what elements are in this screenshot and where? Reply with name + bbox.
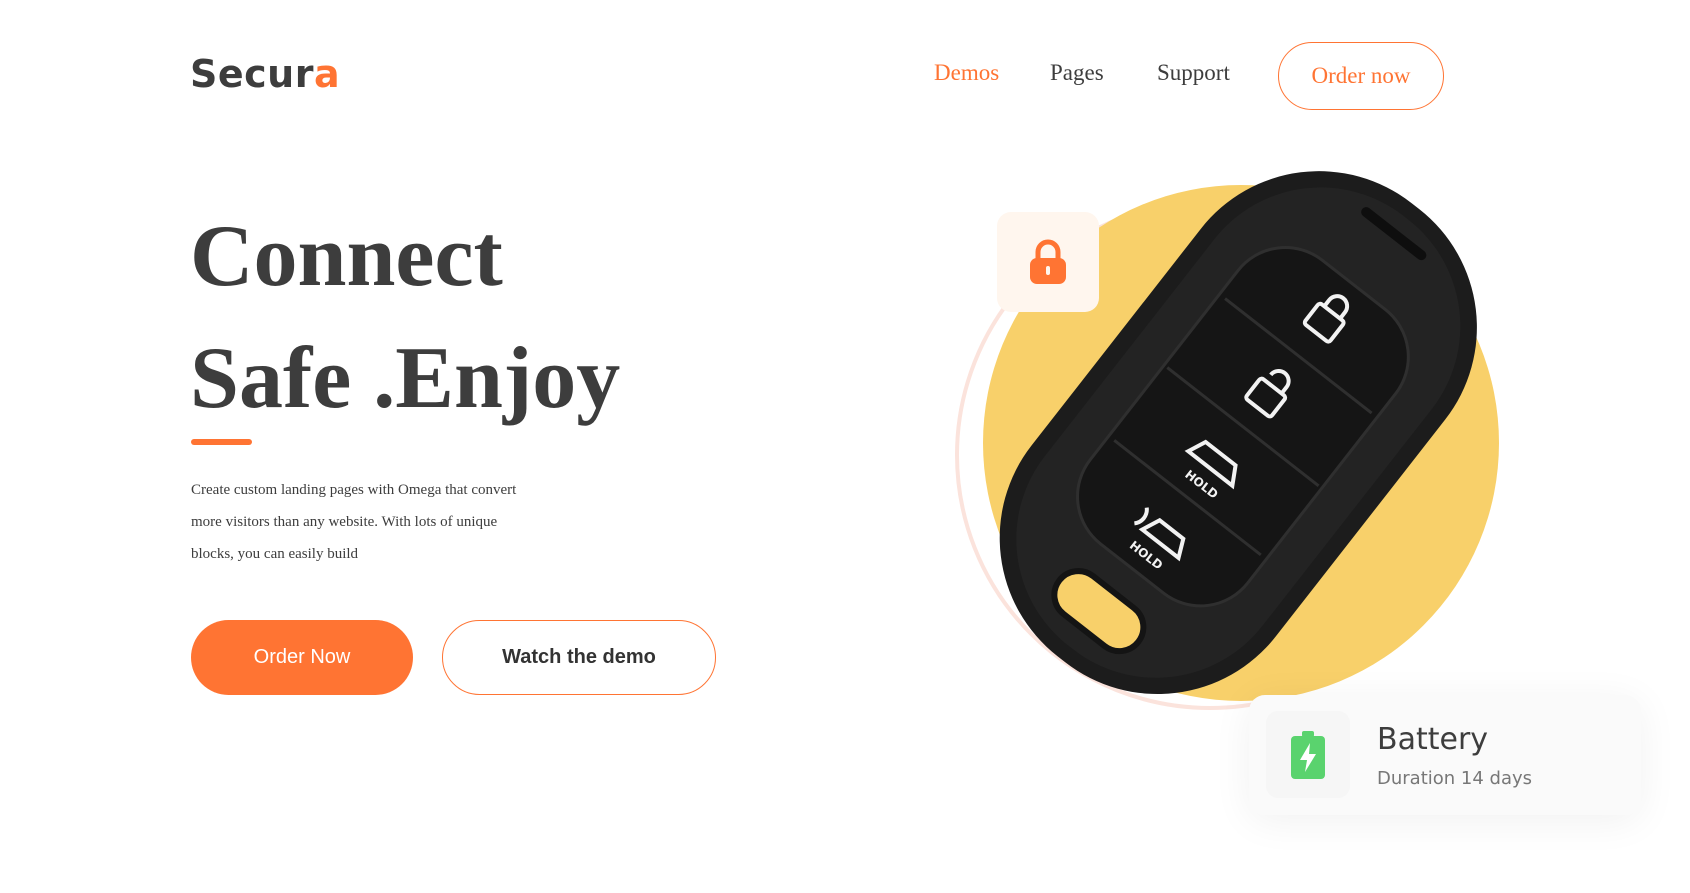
- lock-icon: [1030, 239, 1066, 284]
- battery-duration: Duration 14 days: [1377, 768, 1533, 789]
- battery-charging-icon: [1291, 730, 1325, 779]
- battery-card: Battery Duration 14 days: [1249, 695, 1641, 815]
- battery-title: Battery: [1377, 722, 1489, 757]
- battery-icon-box: [1266, 711, 1350, 798]
- lock-card: [997, 212, 1099, 312]
